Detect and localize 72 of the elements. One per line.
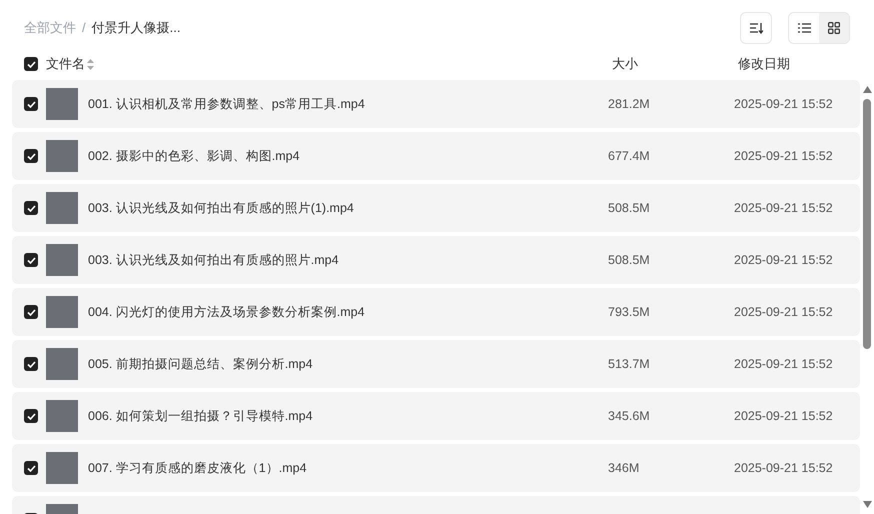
file-size: 793.5M bbox=[608, 304, 651, 321]
checkbox[interactable] bbox=[24, 57, 38, 71]
photo-placeholder bbox=[46, 400, 78, 432]
photo-placeholder bbox=[46, 296, 78, 328]
file-row[interactable]: 005. 前期拍摄问题总结、案例分析.mp4 513.7M 2025-09-21 15:52 bbox=[12, 340, 860, 388]
check-icon bbox=[26, 412, 36, 420]
column-header[interactable]: 文件名 bbox=[46, 54, 85, 74]
view-toggle[interactable] bbox=[819, 13, 849, 43]
photo-placeholder bbox=[46, 88, 78, 120]
file-size: 346M bbox=[608, 460, 640, 477]
check-icon bbox=[26, 60, 36, 68]
check-icon bbox=[26, 464, 36, 472]
file-name: 003. 认识光线及如何拍出有质感的照片(1).mp4 bbox=[88, 200, 355, 217]
photo-placeholder bbox=[46, 244, 78, 276]
file-size: 281.2M bbox=[608, 96, 651, 113]
file-row[interactable]: 002. 摄影中的色彩、影调、构图.mp4 677.4M 2025-09-21 15:52 bbox=[12, 132, 860, 180]
photo-placeholder bbox=[46, 452, 78, 484]
sort-button[interactable] bbox=[740, 12, 772, 44]
checkbox[interactable] bbox=[24, 357, 38, 371]
breadcrumb-link[interactable]: 付景升人像摄... bbox=[92, 18, 180, 38]
file-date: 2025-09-21 15:52 bbox=[734, 96, 833, 113]
file-row[interactable]: 004. 闪光灯的使用方法及场景参数分析案例.mp4 793.5M 2025-09-21 15:52 bbox=[12, 288, 860, 336]
file-row[interactable]: 003. 认识光线及如何拍出有质感的照片(1).mp4 508.5M 2025-09-21 15:52 bbox=[12, 184, 860, 232]
file-row[interactable]: 006. 如何策划一组拍摄？引导模特.mp4 345.6M 2025-09-21 15:52 bbox=[12, 392, 860, 440]
file-name: 003. 认识光线及如何拍出有质感的照片.mp4 bbox=[88, 252, 340, 269]
check-icon bbox=[26, 360, 36, 368]
photo-placeholder bbox=[46, 140, 78, 172]
check-icon bbox=[26, 256, 36, 264]
file-size: 345.6M bbox=[608, 408, 651, 425]
file-name: 004. 闪光灯的使用方法及场景参数分析案例.mp4 bbox=[88, 304, 366, 321]
scroll-down-icon[interactable] bbox=[862, 501, 872, 508]
sort-arrows-icon bbox=[87, 58, 94, 70]
check-icon bbox=[26, 204, 36, 212]
file-name: 002. 摄影中的色彩、影调、构图.mp4 bbox=[88, 148, 301, 165]
checkbox[interactable] bbox=[24, 201, 38, 215]
checkbox[interactable] bbox=[24, 149, 38, 163]
photo-placeholder bbox=[46, 192, 78, 224]
check-icon bbox=[26, 152, 36, 160]
column-header[interactable]: 修改日期 bbox=[738, 54, 790, 74]
checkbox[interactable] bbox=[24, 461, 38, 475]
file-date: 2025-09-21 15:52 bbox=[734, 200, 833, 217]
check-icon bbox=[26, 308, 36, 316]
checkbox[interactable] bbox=[24, 253, 38, 267]
file-date: 2025-09-21 15:52 bbox=[734, 252, 833, 269]
sort-icon bbox=[749, 22, 763, 34]
file-size: 677.4M bbox=[608, 148, 651, 165]
file-date: 2025-09-21 15:52 bbox=[734, 304, 833, 321]
file-name: 005. 前期拍摄问题总结、案例分析.mp4 bbox=[88, 356, 314, 373]
file-name: 006. 如何策划一组拍摄？引导模特.mp4 bbox=[88, 408, 314, 425]
column-header[interactable]: 大小 bbox=[612, 54, 738, 74]
checkbox[interactable] bbox=[24, 97, 38, 111]
file-row[interactable]: 007. 学习有质感的磨皮液化（1）.mp4 346M 2025-09-21 15:52 bbox=[12, 444, 860, 492]
scroll-up-icon[interactable] bbox=[862, 86, 872, 93]
breadcrumb-separator: / bbox=[82, 19, 86, 38]
checkbox[interactable] bbox=[24, 409, 38, 423]
file-size: 508.5M bbox=[608, 252, 651, 269]
file-name: 007. 学习有质感的磨皮液化（1）.mp4 bbox=[88, 460, 308, 477]
checkbox[interactable] bbox=[24, 305, 38, 319]
list-icon bbox=[798, 23, 810, 33]
file-date: 2025-09-21 15:52 bbox=[734, 356, 833, 373]
file-row[interactable]: 003. 认识光线及如何拍出有质感的照片.mp4 508.5M 2025-09-21 15:52 bbox=[12, 236, 860, 284]
photo-placeholder bbox=[46, 348, 78, 380]
file-date: 2025-09-21 15:52 bbox=[734, 408, 833, 425]
file-row[interactable]: 001. 认识相机及常用参数调整、ps常用工具.mp4 281.2M 2025-09-21 15:52 bbox=[12, 80, 860, 128]
grid-icon bbox=[828, 22, 840, 34]
file-date: 2025-09-21 15:52 bbox=[734, 148, 833, 165]
file-size: 508.5M bbox=[608, 200, 651, 217]
file-name: 001. 认识相机及常用参数调整、ps常用工具.mp4 bbox=[88, 96, 366, 113]
file-size: 513.7M bbox=[608, 356, 651, 373]
scrollbar-thumb[interactable] bbox=[863, 99, 871, 349]
file-date: 2025-09-21 15:52 bbox=[734, 460, 833, 477]
check-icon bbox=[26, 100, 36, 108]
